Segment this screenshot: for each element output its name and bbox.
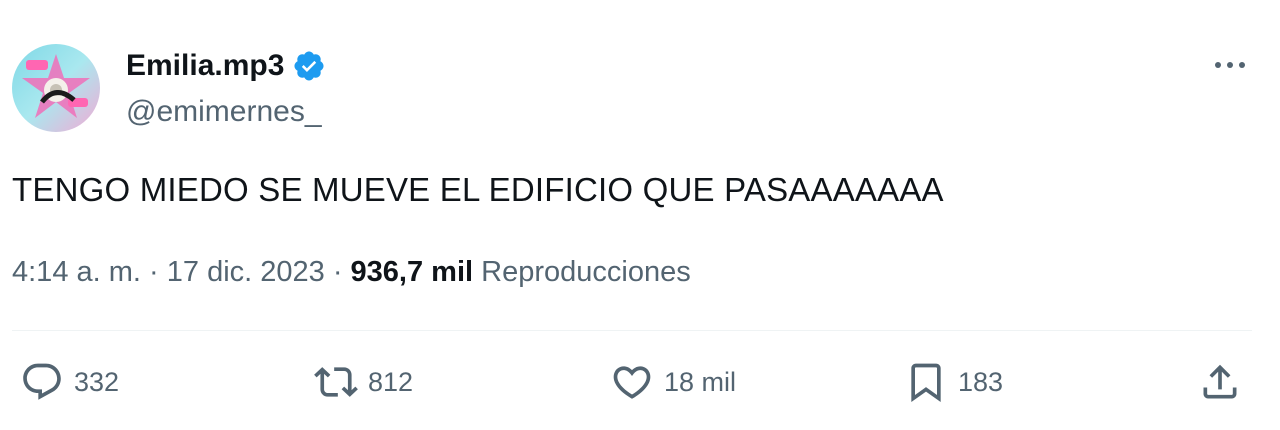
divider (12, 330, 1252, 331)
bookmark-button[interactable]: 183 (904, 360, 1003, 404)
reply-button[interactable]: 332 (20, 360, 119, 404)
heart-icon (613, 366, 651, 399)
tweet-date[interactable]: 17 dic. 2023 (167, 256, 325, 288)
retweet-button[interactable]: 812 (314, 360, 413, 404)
avatar[interactable] (12, 44, 100, 132)
views-label: Reproducciones (481, 256, 691, 288)
reply-count: 332 (74, 366, 120, 397)
share-button[interactable] (1198, 360, 1242, 404)
like-count: 18 mil (664, 366, 737, 397)
bookmark-icon (911, 363, 941, 403)
tweet-card: Emilia.mp3 @emimernes_ TENGO MIEDO SE MU… (0, 0, 1280, 430)
author-handle[interactable]: @emimernes_ (126, 94, 322, 130)
retweet-count: 812 (368, 366, 414, 397)
tweet-text: TENGO MIEDO SE MUEVE EL EDIFICIO QUE PAS… (12, 171, 944, 208)
more-options-icon[interactable] (1210, 50, 1250, 80)
avatar-image (12, 44, 100, 132)
reply-icon (23, 363, 61, 400)
views-count: 936,7 mil (350, 256, 474, 288)
verified-badge-icon[interactable] (292, 49, 326, 83)
bookmark-count: 183 (958, 366, 1004, 397)
share-icon (1203, 364, 1237, 399)
meta-separator: · (140, 256, 167, 288)
retweet-icon (314, 367, 358, 397)
tweet-meta: 4:14 a. m. · 17 dic. 2023 · 936,7 mil Re… (12, 254, 691, 290)
like-button[interactable]: 18 mil (610, 360, 736, 404)
tweet-time[interactable]: 4:14 a. m. (12, 256, 141, 288)
display-name[interactable]: Emilia.mp3 (126, 48, 284, 84)
meta-separator: · (324, 256, 351, 288)
author-name-row: Emilia.mp3 (126, 48, 326, 84)
